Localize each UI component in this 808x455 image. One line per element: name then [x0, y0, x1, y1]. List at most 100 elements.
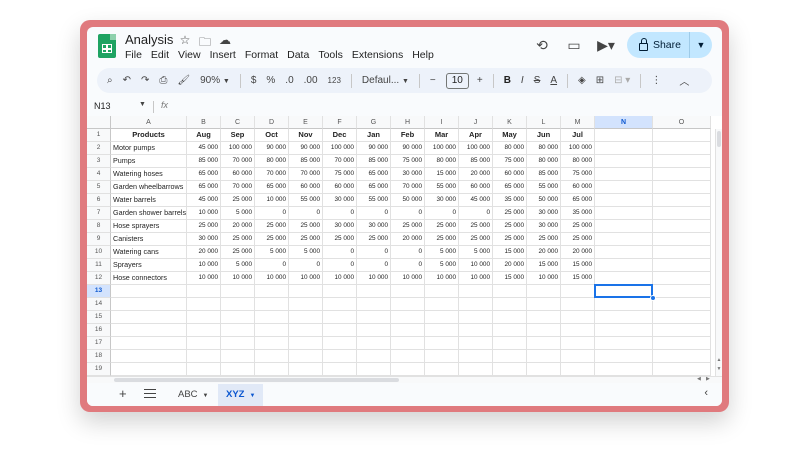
- cell-o9[interactable]: [653, 233, 711, 246]
- cell-f19[interactable]: [323, 363, 357, 376]
- cell-l5[interactable]: 55 000: [527, 181, 561, 194]
- cell-h12[interactable]: 10 000: [391, 272, 425, 285]
- cell-d2[interactable]: 90 000: [255, 142, 289, 155]
- bold-button[interactable]: B: [504, 75, 511, 86]
- cell-f9[interactable]: 25 000: [323, 233, 357, 246]
- row-header-17[interactable]: 17: [87, 337, 111, 350]
- cell-i13[interactable]: [425, 285, 459, 298]
- cell-b15[interactable]: [187, 311, 221, 324]
- cell-e10[interactable]: 5 000: [289, 246, 323, 259]
- cell-i7[interactable]: 0: [425, 207, 459, 220]
- cell-e5[interactable]: 60 000: [289, 181, 323, 194]
- menu-format[interactable]: Format: [245, 49, 278, 61]
- cell-o17[interactable]: [653, 337, 711, 350]
- cell-l7[interactable]: 30 000: [527, 207, 561, 220]
- hide-menus-chevron-up-icon[interactable]: ︿: [679, 73, 689, 88]
- cell-i15[interactable]: [425, 311, 459, 324]
- row-header-5[interactable]: 5: [87, 181, 111, 194]
- format-percent-button[interactable]: %: [266, 75, 275, 86]
- cell-h7[interactable]: 0: [391, 207, 425, 220]
- row-header-16[interactable]: 16: [87, 324, 111, 337]
- cell-k11[interactable]: 20 000: [493, 259, 527, 272]
- cell-k8[interactable]: 25 000: [493, 220, 527, 233]
- cell-n16[interactable]: [595, 324, 653, 337]
- cell-b7[interactable]: 10 000: [187, 207, 221, 220]
- cell-l16[interactable]: [527, 324, 561, 337]
- cell-n11[interactable]: [595, 259, 653, 272]
- cell-o16[interactable]: [653, 324, 711, 337]
- fill-handle[interactable]: [650, 295, 656, 301]
- cell-h18[interactable]: [391, 350, 425, 363]
- cell-j7[interactable]: 0: [459, 207, 493, 220]
- scroll-up-icon[interactable]: ▲: [716, 357, 722, 363]
- cell-h8[interactable]: 25 000: [391, 220, 425, 233]
- cell-k7[interactable]: 25 000: [493, 207, 527, 220]
- cell-a15[interactable]: [111, 311, 187, 324]
- cell-n18[interactable]: [595, 350, 653, 363]
- cell-f2[interactable]: 100 000: [323, 142, 357, 155]
- cell-o6[interactable]: [653, 194, 711, 207]
- menu-view[interactable]: View: [178, 49, 201, 61]
- cell-m18[interactable]: [561, 350, 595, 363]
- cell-a4[interactable]: Watering hoses: [111, 168, 187, 181]
- cell-m15[interactable]: [561, 311, 595, 324]
- cell-l1[interactable]: Jun: [527, 129, 561, 142]
- cell-j14[interactable]: [459, 298, 493, 311]
- cell-i18[interactable]: [425, 350, 459, 363]
- cell-i1[interactable]: Mar: [425, 129, 459, 142]
- cell-k17[interactable]: [493, 337, 527, 350]
- cell-grid[interactable]: A B C D E F G H I J K L M N O 1 Products Aug Sep Oct Nov Dec J…: [87, 116, 722, 376]
- cell-b3[interactable]: 85 000: [187, 155, 221, 168]
- cell-j10[interactable]: 5 000: [459, 246, 493, 259]
- row-header-2[interactable]: 2: [87, 142, 111, 155]
- column-header-e[interactable]: E: [289, 116, 323, 129]
- cell-k16[interactable]: [493, 324, 527, 337]
- column-header-o[interactable]: O: [653, 116, 711, 129]
- fill-color-icon[interactable]: ◈: [578, 75, 586, 86]
- cell-e4[interactable]: 70 000: [289, 168, 323, 181]
- add-sheet-icon[interactable]: +: [119, 386, 127, 401]
- text-color-button[interactable]: A: [550, 75, 557, 86]
- cell-k4[interactable]: 60 000: [493, 168, 527, 181]
- column-header-k[interactable]: K: [493, 116, 527, 129]
- cell-o11[interactable]: [653, 259, 711, 272]
- cell-o12[interactable]: [653, 272, 711, 285]
- font-family-select[interactable]: Defaul... ▼: [362, 75, 409, 86]
- vertical-scrollbar[interactable]: ▲ ▼: [715, 129, 722, 376]
- cell-l4[interactable]: 85 000: [527, 168, 561, 181]
- cell-m17[interactable]: [561, 337, 595, 350]
- cell-l3[interactable]: 80 000: [527, 155, 561, 168]
- row-header-1[interactable]: 1: [87, 129, 111, 142]
- cell-b1[interactable]: Aug: [187, 129, 221, 142]
- cell-m14[interactable]: [561, 298, 595, 311]
- cell-e7[interactable]: 0: [289, 207, 323, 220]
- cell-f17[interactable]: [323, 337, 357, 350]
- cell-l2[interactable]: 80 000: [527, 142, 561, 155]
- italic-button[interactable]: I: [521, 75, 524, 86]
- cell-a16[interactable]: [111, 324, 187, 337]
- cell-e8[interactable]: 25 000: [289, 220, 323, 233]
- cell-l14[interactable]: [527, 298, 561, 311]
- cell-i16[interactable]: [425, 324, 459, 337]
- cell-h16[interactable]: [391, 324, 425, 337]
- cell-e14[interactable]: [289, 298, 323, 311]
- cell-c13[interactable]: [221, 285, 255, 298]
- cell-n2[interactable]: [595, 142, 653, 155]
- cell-l17[interactable]: [527, 337, 561, 350]
- cell-g7[interactable]: 0: [357, 207, 391, 220]
- side-panel-chevron-left-icon[interactable]: ‹: [704, 387, 708, 399]
- cell-j2[interactable]: 100 000: [459, 142, 493, 155]
- redo-icon[interactable]: ↷: [141, 75, 149, 86]
- column-header-l[interactable]: L: [527, 116, 561, 129]
- cell-o18[interactable]: [653, 350, 711, 363]
- decrease-decimal-button[interactable]: .0: [285, 75, 293, 86]
- cell-e17[interactable]: [289, 337, 323, 350]
- menu-tools[interactable]: Tools: [318, 49, 343, 61]
- cell-b4[interactable]: 65 000: [187, 168, 221, 181]
- cell-g13[interactable]: [357, 285, 391, 298]
- cell-k10[interactable]: 15 000: [493, 246, 527, 259]
- cell-c9[interactable]: 25 000: [221, 233, 255, 246]
- cell-g11[interactable]: 0: [357, 259, 391, 272]
- cell-f4[interactable]: 75 000: [323, 168, 357, 181]
- cell-l12[interactable]: 10 000: [527, 272, 561, 285]
